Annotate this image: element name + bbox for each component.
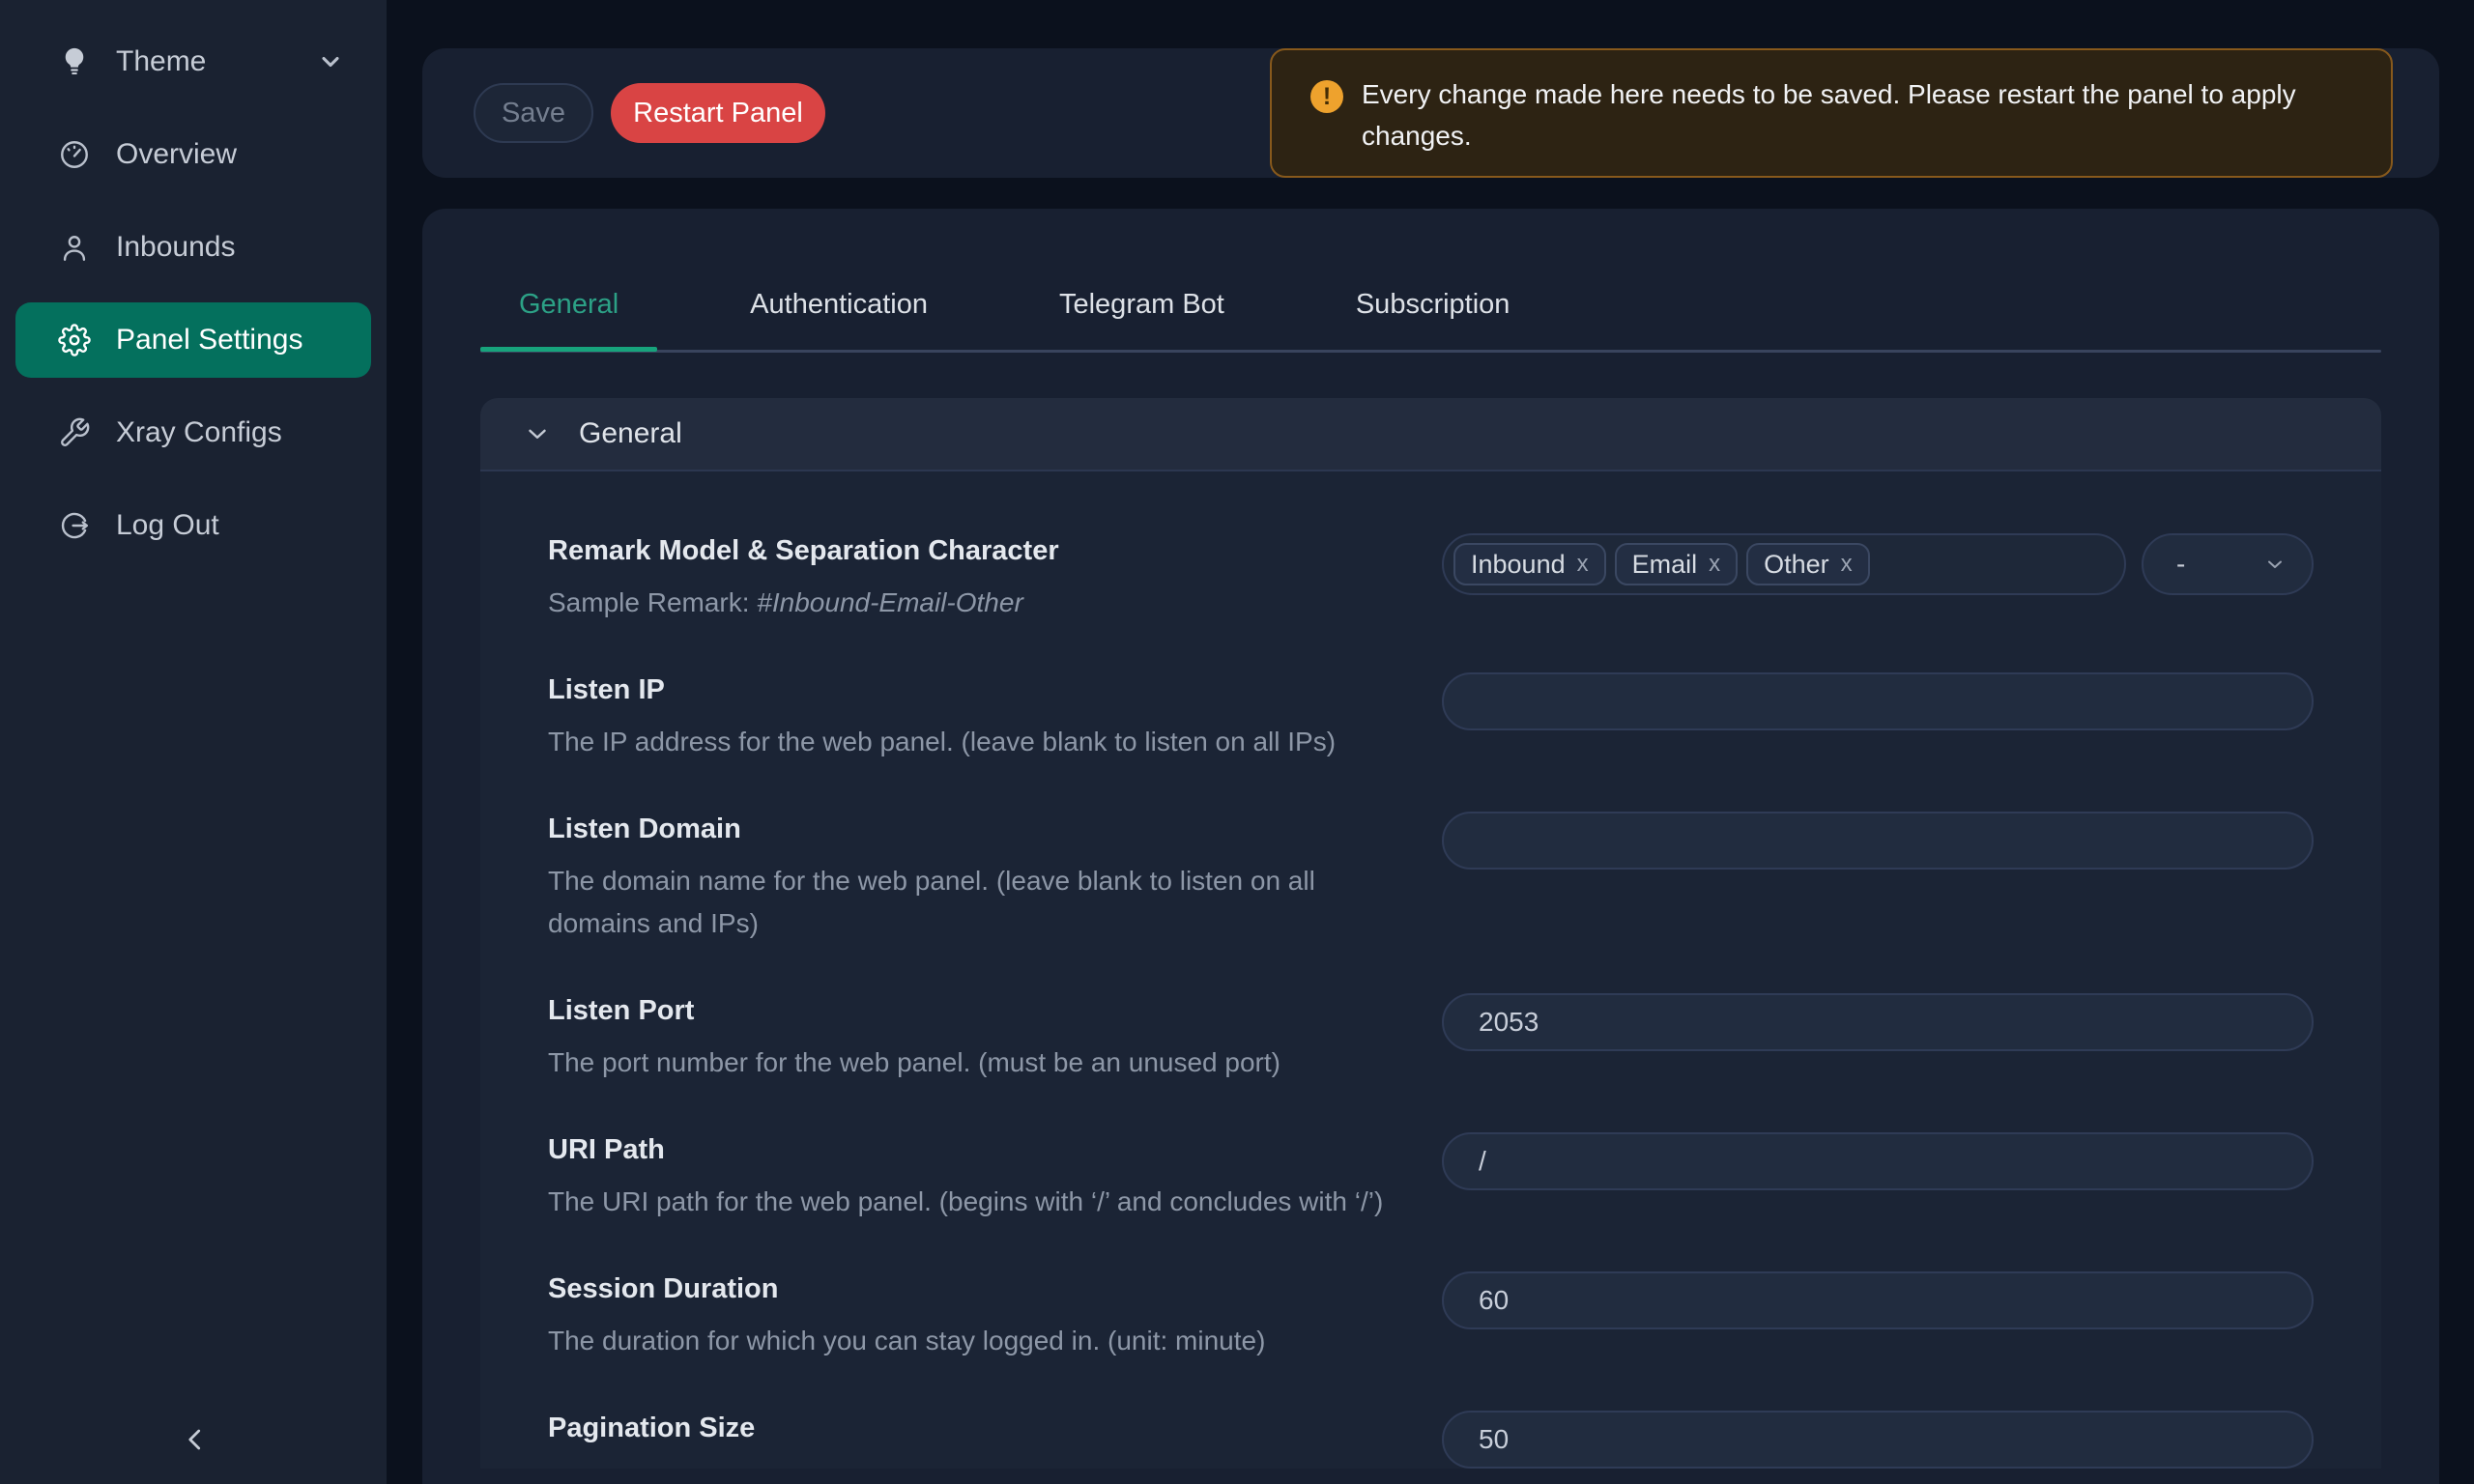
uri-path-input[interactable]: / <box>1442 1132 2314 1190</box>
listen-port-input[interactable]: 2053 <box>1442 993 2314 1051</box>
field-label: Remark Model & Separation Character <box>548 535 1059 567</box>
sidebar-item-overview[interactable]: Overview <box>0 117 387 192</box>
form-row-pagination-size: Pagination Size 50 <box>548 1411 2314 1469</box>
form-row-remark-model: Remark Model & Separation Character Samp… <box>548 533 2314 624</box>
session-duration-input[interactable]: 60 <box>1442 1271 2314 1329</box>
form-row-uri-path: URI Path The URI path for the web panel.… <box>548 1132 2314 1223</box>
sidebar-item-logout[interactable]: Log Out <box>0 488 387 563</box>
settings-card: General Authentication Telegram Bot Subs… <box>422 209 2439 1484</box>
field-label: Listen IP <box>548 674 1336 706</box>
sidebar: Theme Overview Inbounds Panel Settings <box>0 0 387 1484</box>
person-icon <box>58 231 91 264</box>
theme-label: Theme <box>116 45 206 78</box>
form-row-listen-port: Listen Port The port number for the web … <box>548 993 2314 1084</box>
tab-general[interactable]: General <box>480 279 657 350</box>
tab-subscription[interactable]: Subscription <box>1317 279 1549 350</box>
field-description: The domain name for the web panel. (leav… <box>548 860 1340 945</box>
restart-warning-alert: ! Every change made here needs to be sav… <box>1270 48 2393 178</box>
warning-icon: ! <box>1310 80 1343 113</box>
main-content: Save Restart Panel ! Every change made h… <box>387 0 2474 1484</box>
field-label: Pagination Size <box>548 1413 755 1444</box>
tab-telegram-bot[interactable]: Telegram Bot <box>1021 279 1263 350</box>
general-section-body: Remark Model & Separation Character Samp… <box>480 471 2381 1469</box>
sidebar-collapse-button[interactable] <box>172 1416 218 1463</box>
form-row-session-duration: Session Duration The duration for which … <box>548 1271 2314 1362</box>
tabs-divider <box>480 350 2381 353</box>
remark-model-multiselect[interactable]: Inboundx Emailx Otherx <box>1442 533 2126 595</box>
sidebar-item-panel-settings[interactable]: Panel Settings <box>15 302 371 378</box>
sidebar-item-inbounds[interactable]: Inbounds <box>0 210 387 285</box>
chevron-down-icon <box>2263 553 2287 576</box>
field-label: URI Path <box>548 1134 1383 1166</box>
settings-tabs: General Authentication Telegram Bot Subs… <box>480 279 2381 350</box>
tag-email: Emailx <box>1615 543 1739 585</box>
section-title: General <box>579 417 682 450</box>
listen-ip-input[interactable] <box>1442 672 2314 730</box>
restart-panel-button[interactable]: Restart Panel <box>611 83 825 143</box>
form-row-listen-ip: Listen IP The IP address for the web pan… <box>548 672 2314 763</box>
gear-icon <box>58 324 91 357</box>
chevron-down-icon <box>523 419 552 448</box>
sidebar-item-xray-configs[interactable]: Xray Configs <box>0 395 387 471</box>
pagination-size-input[interactable]: 50 <box>1442 1411 2314 1469</box>
separator-select-value: - <box>2176 549 2185 580</box>
remove-tag-icon[interactable]: x <box>1841 551 1853 578</box>
tag-other: Otherx <box>1746 543 1870 585</box>
sidebar-nav: Overview Inbounds Panel Settings Xray Co… <box>0 117 387 563</box>
tab-authentication[interactable]: Authentication <box>711 279 966 350</box>
field-description: The duration for which you can stay logg… <box>548 1320 1265 1362</box>
chevron-down-icon <box>317 48 344 75</box>
general-section-header[interactable]: General <box>480 398 2381 471</box>
tag-inbound: Inboundx <box>1453 543 1606 585</box>
save-button[interactable]: Save <box>474 83 593 143</box>
toolbar-card: Save Restart Panel ! Every change made h… <box>422 48 2439 178</box>
wrench-icon <box>58 416 91 449</box>
remove-tag-icon[interactable]: x <box>1577 551 1589 578</box>
alert-message: Every change made here needs to be saved… <box>1362 73 2362 157</box>
field-label: Listen Port <box>548 995 1280 1027</box>
logout-icon <box>58 509 91 542</box>
field-description: The URI path for the web panel. (begins … <box>548 1181 1383 1223</box>
remove-tag-icon[interactable]: x <box>1709 551 1720 578</box>
separator-select[interactable]: - <box>2142 533 2314 595</box>
gauge-icon <box>58 138 91 171</box>
listen-domain-input[interactable] <box>1442 812 2314 870</box>
form-row-listen-domain: Listen Domain The domain name for the we… <box>548 812 2314 945</box>
theme-toggle[interactable]: Theme <box>0 31 387 93</box>
field-label: Listen Domain <box>548 813 1340 845</box>
field-description: The IP address for the web panel. (leave… <box>548 721 1336 763</box>
sample-remark-value: #Inbound-Email-Other <box>757 587 1022 617</box>
general-section: General Remark Model & Separation Charac… <box>480 398 2381 1469</box>
lightbulb-icon <box>58 45 91 78</box>
field-label: Session Duration <box>548 1273 1265 1305</box>
field-description: The port number for the web panel. (must… <box>548 1042 1280 1084</box>
field-description: Sample Remark: #Inbound-Email-Other <box>548 582 1059 624</box>
